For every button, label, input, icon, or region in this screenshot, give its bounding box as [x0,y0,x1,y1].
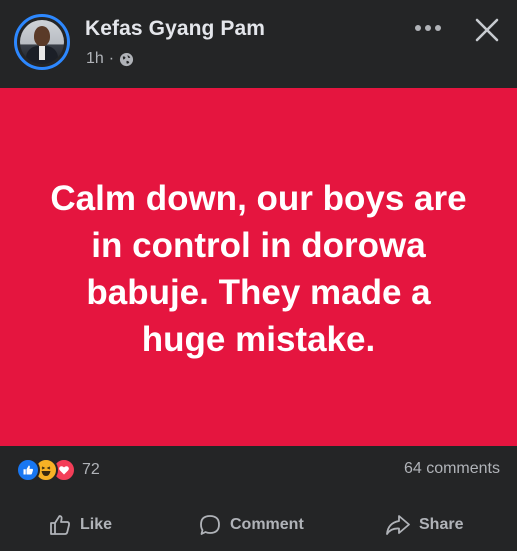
globe-icon [119,52,134,67]
more-horizontal-icon [415,25,441,31]
post-actions: Like Comment Share [0,500,517,550]
reactions-summary[interactable]: 72 [16,458,100,482]
avatar[interactable] [14,14,70,70]
post-stats: 72 64 comments [0,446,517,496]
post-time[interactable]: 1h [86,50,104,68]
post-header: Kefas Gyang Pam 1h · [0,0,517,88]
post-text: Calm down, our boys are in control in do… [50,178,467,360]
post-meta: 1h · [86,50,134,68]
more-options-button[interactable] [408,12,448,44]
share-label: Share [419,516,464,533]
like-label: Like [80,516,113,533]
close-icon [475,18,499,42]
reaction-count: 72 [82,461,100,478]
thumbs-up-icon [50,515,70,535]
author-name[interactable]: Kefas Gyang Pam [85,17,265,41]
like-button[interactable]: Like [48,510,112,540]
share-button[interactable]: Share [385,510,463,540]
close-button[interactable] [467,10,507,50]
comments-count[interactable]: 64 comments [404,460,500,478]
comment-button[interactable]: Comment [198,510,304,540]
comment-label: Comment [230,516,304,533]
avatar-photo [20,20,64,64]
post-content-card: Calm down, our boys are in control in do… [0,88,517,446]
comment-bubble-icon [200,515,220,535]
share-arrow-icon [386,515,410,535]
like-reaction-icon [16,458,40,482]
meta-separator: · [108,50,115,67]
